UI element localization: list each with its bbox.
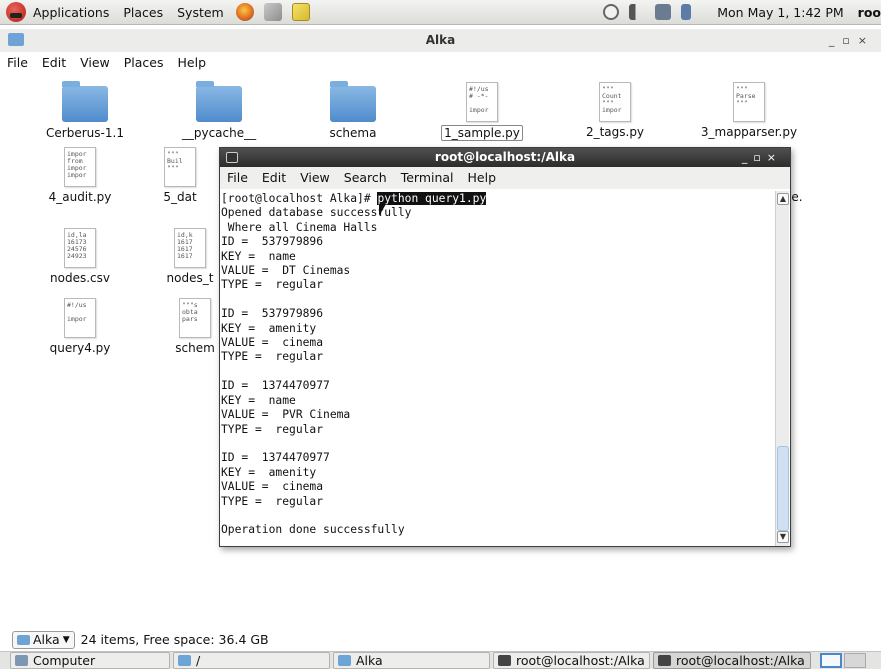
task-label: root@localhost:/Alka (676, 653, 805, 668)
folder-icon (196, 81, 242, 122)
mouse-pointer-icon (379, 204, 386, 216)
menu-help[interactable]: Help (463, 170, 502, 185)
tools-icon[interactable] (263, 3, 282, 21)
file-label: 3_mapparser.py (700, 125, 798, 139)
task-terminal[interactable]: root@localhost:/Alka (493, 652, 650, 669)
scroll-up-icon[interactable]: ▲ (777, 193, 789, 205)
file-label: nodes_t (166, 271, 214, 285)
menu-view[interactable]: View (295, 170, 335, 185)
task-root-folder[interactable]: / (173, 652, 330, 669)
file-item[interactable]: """ Count """ impor 2_tags.py (550, 82, 680, 139)
location-button[interactable]: Alka ▼ (12, 631, 75, 649)
file-item[interactable]: id,k 1617 1617 1617 nodes_t (150, 228, 230, 285)
battery-icon[interactable] (681, 4, 692, 20)
folder-icon (8, 33, 24, 46)
file-item[interactable]: impor from impor impor 4_audit.py (15, 147, 145, 204)
menu-terminal[interactable]: Terminal (396, 170, 459, 185)
status-bar: Alka ▼ 24 items, Free space: 36.4 GB (0, 629, 881, 651)
scroll-down-icon[interactable]: ▼ (777, 531, 789, 543)
file-item[interactable]: #!/us impor query4.py (15, 298, 145, 355)
menu-view[interactable]: View (76, 55, 116, 70)
file-item[interactable]: Cerberus-1.1 (20, 81, 150, 140)
update-icon[interactable] (603, 4, 620, 20)
task-label: Computer (33, 653, 96, 668)
file-item[interactable]: """ Parse """ 3_mapparser.py (684, 82, 814, 139)
file-label: __pycache__ (181, 126, 257, 140)
task-computer[interactable]: Computer (10, 652, 170, 669)
terminal-title: root@localhost:/Alka (434, 150, 576, 164)
python-file-icon: """ Buil """ (164, 147, 196, 187)
csv-file-icon: id,la 16173 24576 24923 (64, 228, 96, 268)
terminal-icon (226, 152, 238, 163)
file-label: 2_tags.py (585, 125, 645, 139)
menu-edit[interactable]: Edit (38, 55, 72, 70)
terminal-window[interactable]: root@localhost:/Alka _▫× File Edit View … (219, 147, 791, 547)
file-label: 4_audit.py (48, 190, 112, 204)
file-label: 5_dat (163, 190, 197, 204)
terminal-command: python query1.py (377, 192, 487, 205)
python-file-icon: #!/us impor (64, 298, 96, 338)
file-label: schema (329, 126, 377, 140)
menu-file[interactable]: File (3, 55, 34, 70)
user-name[interactable]: roo (851, 0, 881, 24)
folder-icon (330, 81, 376, 122)
menu-system[interactable]: System (170, 0, 231, 24)
task-label: / (196, 653, 201, 668)
task-alka-folder[interactable]: Alka (333, 652, 490, 669)
python-file-icon: """ Count """ impor (599, 82, 631, 122)
menu-help[interactable]: Help (174, 55, 213, 70)
terminal-titlebar[interactable]: root@localhost:/Alka _▫× (220, 148, 790, 167)
volume-icon[interactable] (629, 4, 646, 20)
menu-edit[interactable]: Edit (257, 170, 291, 185)
firefox-icon[interactable] (235, 3, 254, 21)
file-item[interactable]: schema (288, 81, 418, 140)
network-icon[interactable] (655, 4, 672, 20)
redhat-icon[interactable] (6, 2, 26, 22)
workspace-1[interactable] (820, 653, 842, 668)
terminal-menubar: File Edit View Search Terminal Help (220, 167, 790, 189)
folder-icon (17, 635, 30, 645)
file-label: 1_sample.py (441, 125, 523, 141)
file-item[interactable]: id,la 16173 24576 24923 nodes.csv (15, 228, 145, 285)
file-item[interactable]: """ Buil """ 5_dat (140, 147, 220, 204)
menu-search[interactable]: Search (339, 170, 392, 185)
task-terminal-active[interactable]: root@localhost:/Alka (653, 652, 811, 669)
top-panel: Applications Places System Mon May 1, 1:… (0, 0, 881, 25)
menu-places[interactable]: Places (120, 55, 170, 70)
menu-file[interactable]: File (222, 170, 253, 185)
task-label: Alka (356, 653, 383, 668)
file-label: query4.py (49, 341, 111, 355)
location-label: Alka (33, 632, 60, 647)
taskbar: Computer / Alka root@localhost:/Alka roo… (0, 651, 881, 669)
file-item[interactable]: __pycache__ (154, 81, 284, 140)
terminal-output[interactable]: [root@localhost Alka]# python query1.py … (220, 189, 776, 547)
terminal-output-text: Opened database successfully Where all C… (221, 206, 412, 537)
clock[interactable]: Mon May 1, 1:42 PM (710, 0, 850, 24)
editor-icon[interactable] (291, 3, 310, 21)
window-controls[interactable]: _▫× (829, 29, 875, 52)
python-file-icon: """ Parse """ (733, 82, 765, 122)
csv-file-icon: id,k 1617 1617 1617 (174, 228, 206, 268)
file-label: Cerberus-1.1 (46, 126, 124, 140)
python-file-icon: impor from impor impor (64, 147, 96, 187)
window-controls[interactable]: _▫× (742, 148, 782, 167)
file-label: schem (175, 341, 215, 355)
chevron-down-icon: ▼ (62, 635, 70, 645)
terminal-scrollbar[interactable]: ▲ ▼ (775, 191, 789, 546)
file-manager-menubar: File Edit View Places Help (0, 52, 881, 74)
file-label: nodes.csv (50, 271, 110, 285)
file-manager-titlebar[interactable]: Alka _▫× (0, 29, 881, 52)
workspace-2[interactable] (844, 653, 866, 668)
task-label: root@localhost:/Alka (516, 653, 645, 668)
menu-applications[interactable]: Applications (26, 0, 116, 24)
status-text: 24 items, Free space: 36.4 GB (80, 632, 269, 647)
terminal-prompt: [root@localhost Alka]# (221, 192, 378, 205)
file-item[interactable]: #!/us # -*- impor 1_sample.py (417, 82, 547, 141)
folder-icon (62, 81, 108, 122)
python-file-icon: #!/us # -*- impor (466, 82, 498, 122)
python-file-icon: """s obta pars (179, 298, 211, 338)
scrollbar-thumb[interactable] (777, 446, 789, 531)
window-title: Alka (425, 33, 456, 47)
menu-places[interactable]: Places (116, 0, 170, 24)
